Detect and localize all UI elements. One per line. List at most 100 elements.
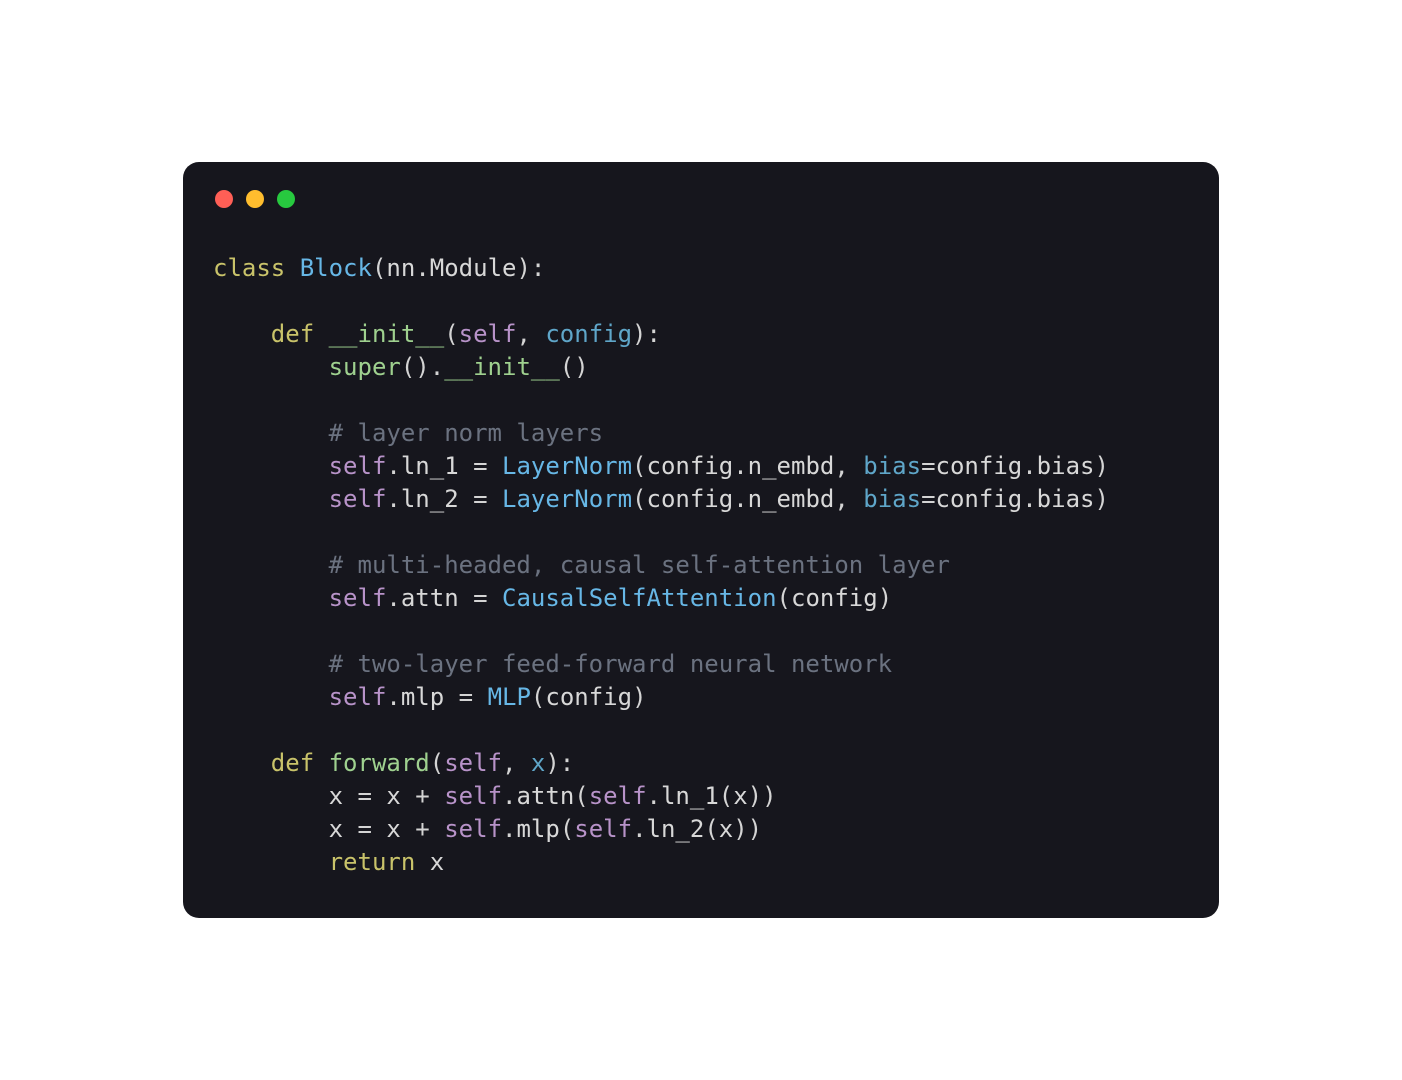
- code-token: config: [545, 320, 632, 348]
- code-line: [213, 516, 1189, 549]
- code-token: ,: [502, 749, 531, 777]
- code-token: (: [632, 452, 646, 480]
- code-token: [213, 353, 329, 381]
- code-token: ): [878, 584, 892, 612]
- code-token: def: [271, 749, 329, 777]
- code-token: nn: [386, 254, 415, 282]
- code-token: ln_2: [647, 815, 705, 843]
- code-token: x: [386, 815, 400, 843]
- code-token: def: [271, 320, 329, 348]
- code-token: =: [343, 782, 386, 810]
- maximize-button[interactable]: [277, 190, 295, 208]
- code-token: [213, 815, 329, 843]
- code-token: [213, 485, 329, 513]
- code-token: bias: [1037, 485, 1095, 513]
- code-token: config: [791, 584, 878, 612]
- code-token: self: [574, 815, 632, 843]
- code-token: mlp: [401, 683, 444, 711]
- code-token: +: [401, 815, 444, 843]
- code-token: self: [589, 782, 647, 810]
- close-button[interactable]: [215, 190, 233, 208]
- code-token: super: [329, 353, 401, 381]
- code-line: self.attn = CausalSelfAttention(config): [213, 582, 1189, 615]
- code-line: super().__init__(): [213, 351, 1189, 384]
- code-token: (: [430, 749, 444, 777]
- code-token: [213, 452, 329, 480]
- code-token: LayerNorm: [502, 485, 632, 513]
- code-token: ,: [834, 485, 863, 513]
- code-token: =: [459, 485, 502, 513]
- code-token: MLP: [488, 683, 531, 711]
- code-token: x: [329, 815, 343, 843]
- code-token: x: [430, 848, 444, 876]
- code-token: =: [459, 584, 502, 612]
- code-token: self: [444, 782, 502, 810]
- code-token: # multi-headed, causal self-attention la…: [329, 551, 950, 579]
- code-token: # two-layer feed-forward neural network: [329, 650, 893, 678]
- code-token: (: [531, 683, 545, 711]
- code-token: [213, 650, 329, 678]
- code-token: [213, 848, 329, 876]
- code-token: (: [704, 815, 718, 843]
- code-token: (: [372, 254, 386, 282]
- code-token: .: [386, 452, 400, 480]
- code-token: n_embd: [748, 452, 835, 480]
- code-token: [213, 419, 329, 447]
- code-token: x: [733, 782, 747, 810]
- code-token: ): [1094, 485, 1108, 513]
- code-token: +: [401, 782, 444, 810]
- code-token: )): [748, 782, 777, 810]
- code-token: config: [647, 452, 734, 480]
- code-token: =: [921, 485, 935, 513]
- code-token: (: [632, 485, 646, 513]
- code-line: class Block(nn.Module):: [213, 252, 1189, 285]
- code-token: attn: [516, 782, 574, 810]
- code-token: (: [560, 815, 574, 843]
- code-token: ,: [516, 320, 545, 348]
- code-line: [213, 384, 1189, 417]
- code-token: Module: [430, 254, 517, 282]
- minimize-button[interactable]: [246, 190, 264, 208]
- code-token: .: [502, 815, 516, 843]
- code-token: LayerNorm: [502, 452, 632, 480]
- code-window: class Block(nn.Module): def __init__(sel…: [183, 162, 1219, 918]
- code-token: .: [733, 485, 747, 513]
- code-token: .: [386, 584, 400, 612]
- code-token: (: [777, 584, 791, 612]
- code-token: .: [733, 452, 747, 480]
- code-token: ):: [516, 254, 545, 282]
- code-line: [213, 285, 1189, 318]
- code-token: [213, 551, 329, 579]
- code-token: )): [733, 815, 762, 843]
- code-token: ln_2: [401, 485, 459, 513]
- code-editor[interactable]: class Block(nn.Module): def __init__(sel…: [213, 252, 1189, 879]
- code-token: ,: [834, 452, 863, 480]
- code-token: ln_1: [401, 452, 459, 480]
- code-token: [213, 320, 271, 348]
- code-token: =: [444, 683, 487, 711]
- code-line: self.ln_1 = LayerNorm(config.n_embd, bia…: [213, 450, 1189, 483]
- code-token: .: [647, 782, 661, 810]
- code-token: mlp: [516, 815, 559, 843]
- code-line: x = x + self.mlp(self.ln_2(x)): [213, 813, 1189, 846]
- code-token: config: [936, 485, 1023, 513]
- code-token: (: [574, 782, 588, 810]
- code-token: config: [936, 452, 1023, 480]
- code-token: =: [921, 452, 935, 480]
- code-token: [213, 749, 271, 777]
- code-token: (: [444, 320, 458, 348]
- code-token: return: [329, 848, 430, 876]
- code-token: .: [502, 782, 516, 810]
- code-token: (): [560, 353, 589, 381]
- code-token: .: [1022, 452, 1036, 480]
- code-token: x: [719, 815, 733, 843]
- code-token: CausalSelfAttention: [502, 584, 777, 612]
- code-token: self: [329, 584, 387, 612]
- code-token: ln_1: [661, 782, 719, 810]
- code-token: self: [444, 815, 502, 843]
- code-token: .: [386, 485, 400, 513]
- code-line: return x: [213, 846, 1189, 879]
- code-line: # multi-headed, causal self-attention la…: [213, 549, 1189, 582]
- code-token: [213, 683, 329, 711]
- code-token: config: [545, 683, 632, 711]
